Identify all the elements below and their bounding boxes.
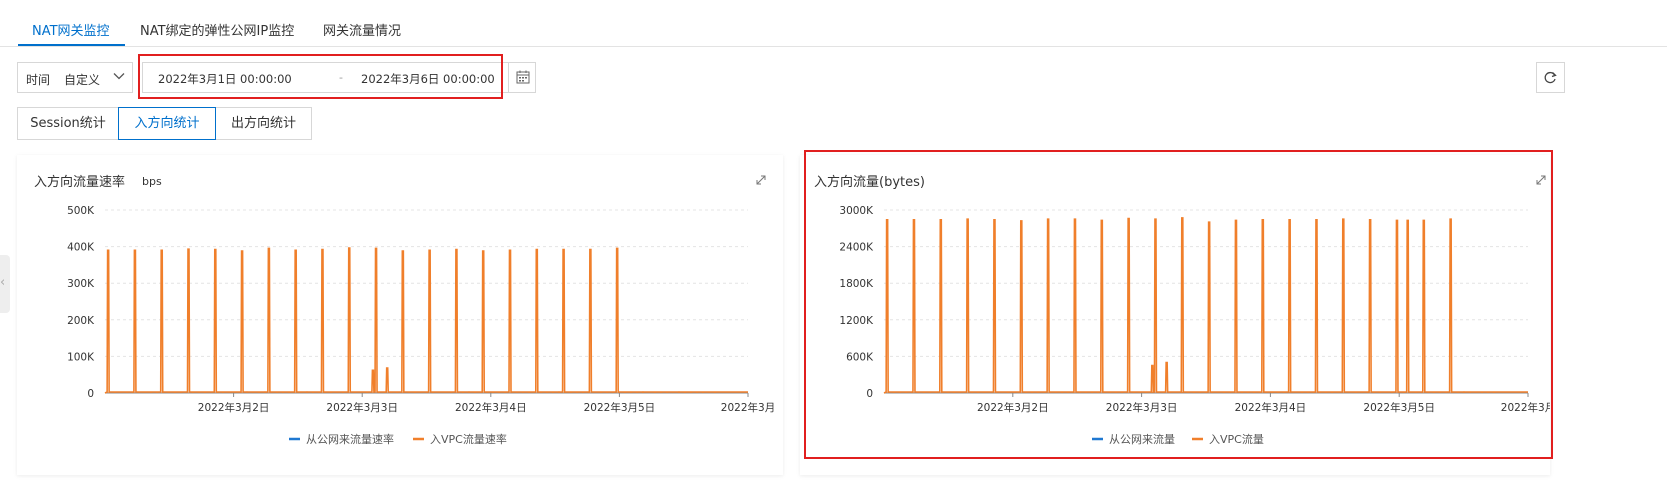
segment-outbound-stats[interactable]: 出方向统计 [215,107,312,140]
y-tick-label: 0 [866,388,873,400]
x-tick-label: 2022年3月 [1501,401,1550,414]
legend-label: 从公网来流量 [1109,432,1175,446]
y-tick-label: 3000K [839,205,874,217]
tab-eip-monitor[interactable]: NAT绑定的弹性公网IP监控 [140,20,294,39]
y-tick-label: 2400K [839,242,874,254]
y-tick-label: 200K [67,315,95,327]
x-tick-label: 2022年3月5日 [584,401,656,414]
series-line-vpc [104,247,748,394]
time-range-select[interactable]: 时间 自定义 [17,62,133,93]
chevron-left-icon: ‹ [0,275,6,290]
y-tick-label: 1200K [839,315,874,327]
x-tick-label: 2022年3月2日 [198,401,270,414]
y-tick-label: 500K [67,205,95,217]
y-tick-label: 400K [67,242,95,254]
segment-inbound-stats[interactable]: 入方向统计 [118,107,216,140]
x-tick-label: 2022年3月 [721,401,775,414]
refresh-icon [1544,71,1557,84]
time-label: 时间 [26,73,51,87]
date-end-input[interactable]: 2022年3月6日 00:00:00 [361,71,495,87]
calendar-icon [516,70,530,84]
y-tick-label: 300K [67,278,95,290]
tab-nat-gateway-monitor[interactable]: NAT网关监控 [32,20,110,39]
x-tick-label: 2022年3月3日 [1106,401,1178,414]
y-tick-label: 600K [846,351,874,363]
x-tick-label: 2022年3月4日 [1235,401,1307,414]
x-tick-label: 2022年3月3日 [326,401,398,414]
series-line-vpc [883,217,1528,394]
segment-session-stats[interactable]: Session统计 [17,107,119,140]
inbound-bytes-chart: 0 600K 1200K 1800K 2400K 3000K 2022年3月2日 2022年3… [839,205,1550,446]
date-separator: - [339,71,343,84]
legend-label: 从公网来流量速率 [306,432,394,446]
chart-card-inbound-bytes: 入方向流量(bytes) 0 600K 1200K 1800K 2400K 3000K 20… [800,155,1550,475]
tab-gateway-traffic[interactable]: 网关流量情况 [323,20,401,39]
x-tick-label: 2022年3月4日 [455,401,527,414]
x-tick-label: 2022年3月2日 [977,401,1049,414]
x-tick-label: 2022年3月5日 [1363,401,1435,414]
legend-label: 入VPC流量 [1209,432,1264,446]
y-tick-label: 1800K [839,278,874,290]
top-tabs: NAT网关监控 NAT绑定的弹性公网IP监控 网关流量情况 [0,0,1667,47]
inbound-rate-chart: 0 100K 200K 300K 400K 500K 2022年3月2日 2022年3月3日 2… [67,205,775,446]
chart-card-inbound-rate: 入方向流量速率 bps 0 100K 200K 300K 400K 500K 2022年3月… [17,155,783,475]
legend-label: 入VPC流量速率 [430,432,507,446]
time-select-value: 自定义 [64,73,101,87]
y-tick-label: 0 [87,388,94,400]
calendar-button[interactable] [508,63,536,92]
refresh-button[interactable] [1536,62,1565,93]
y-tick-label: 100K [67,351,95,363]
active-tab-indicator [18,44,125,46]
sidebar-collapse-handle[interactable]: ‹ [0,255,10,313]
date-start-input[interactable]: 2022年3月1日 00:00:00 [158,71,292,87]
date-range-picker[interactable]: 2022年3月1日 00:00:00 - 2022年3月6日 00:00:00 [142,62,536,93]
chevron-down-icon [113,73,125,80]
